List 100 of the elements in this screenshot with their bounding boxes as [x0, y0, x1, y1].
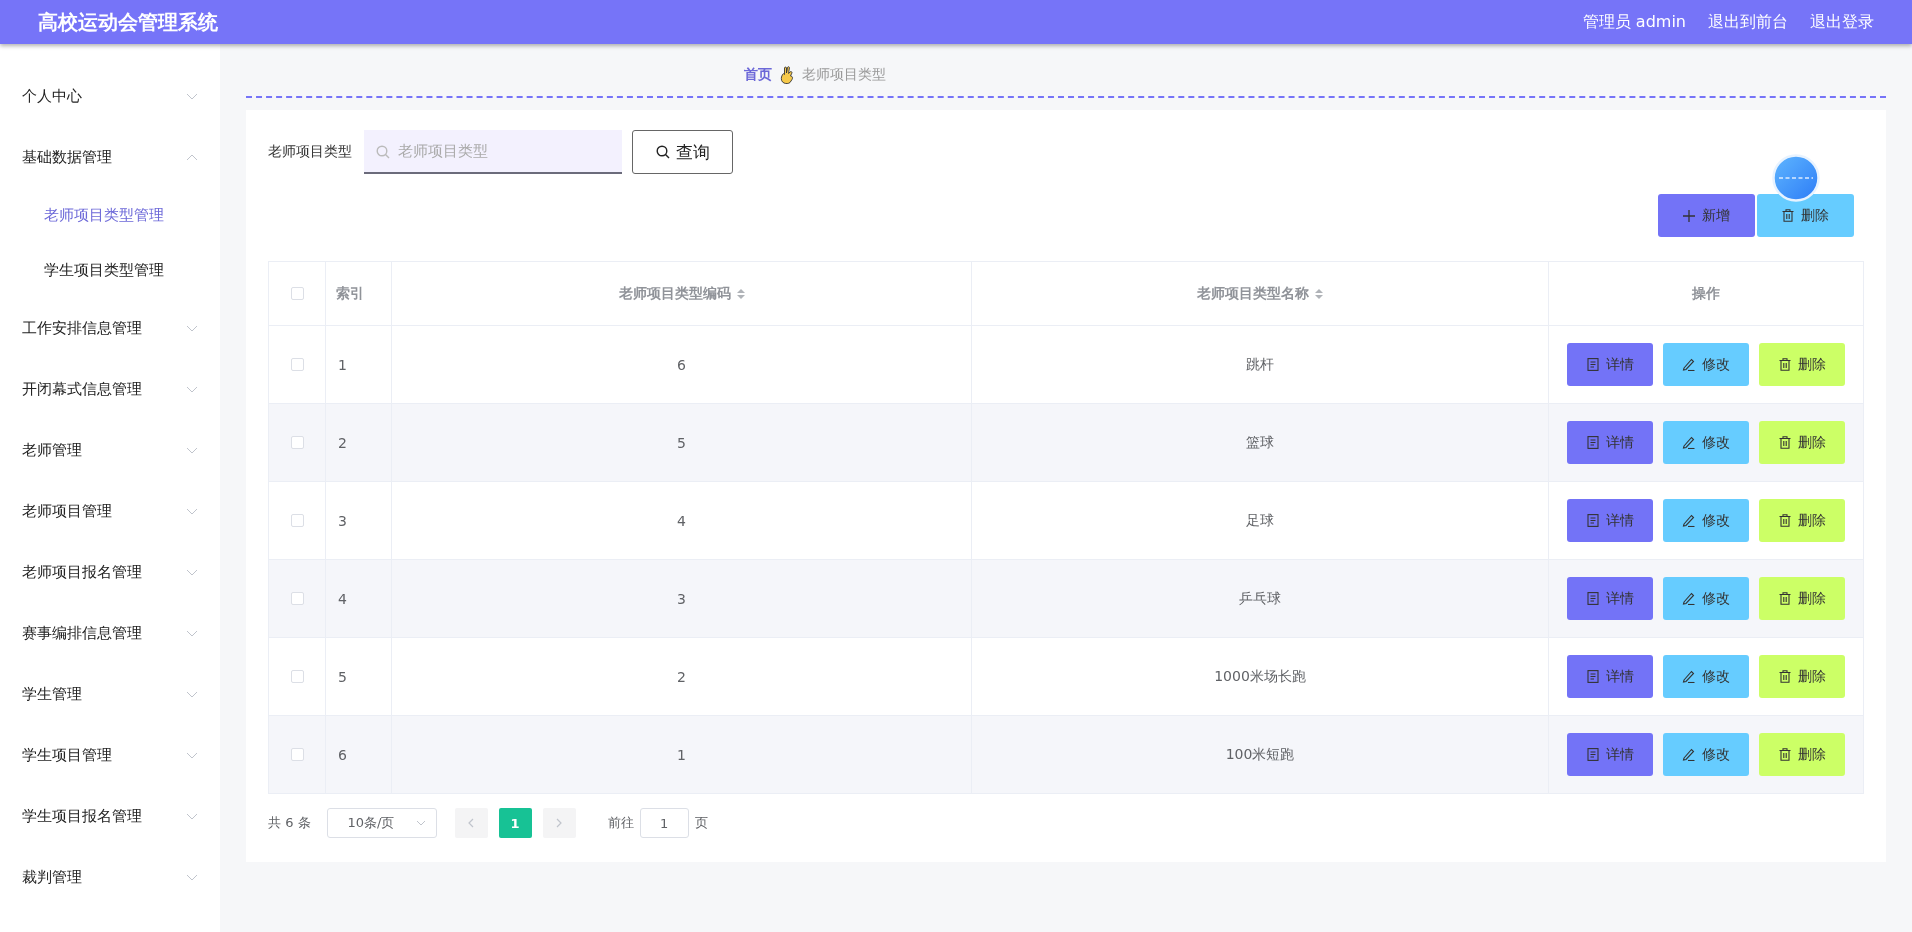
plus-icon [1683, 209, 1695, 222]
edit-button[interactable]: 修改 [1663, 733, 1749, 776]
trash-icon [1778, 748, 1791, 761]
table-cell: 5 [677, 434, 686, 451]
row-index: 4 [338, 590, 347, 607]
table-cell: 乒乓球 [1239, 589, 1281, 606]
next-page-button[interactable] [542, 808, 576, 838]
table-cell: 跳杆 [1246, 355, 1274, 372]
menu-item[interactable]: 学生项目报名管理 [0, 786, 220, 847]
delete-button[interactable]: 删除 [1759, 343, 1845, 386]
page-size-select[interactable]: 10条/页 [326, 808, 437, 838]
chevron-down-icon [186, 508, 198, 515]
table-cell: 篮球 [1246, 433, 1274, 450]
search-icon [655, 145, 670, 159]
delete-button[interactable]: 删除 [1759, 733, 1845, 776]
edit-button[interactable]: 修改 [1663, 499, 1749, 542]
pencil-icon [1682, 514, 1695, 527]
menu-item[interactable]: 基础数据管理 [0, 127, 220, 188]
page-input[interactable]: 1 [639, 808, 689, 838]
document-icon [1586, 358, 1599, 371]
edit-button[interactable]: 修改 [1663, 421, 1749, 464]
edit-button[interactable]: 修改 [1663, 655, 1749, 698]
total-count: 共 6 条 [268, 814, 311, 832]
checkbox[interactable] [290, 514, 304, 527]
user-name: 管理员 admin [1582, 11, 1686, 33]
trash-icon [1782, 209, 1794, 222]
goto-label: 前往 [607, 814, 634, 832]
trash-icon [1778, 358, 1791, 371]
checkbox[interactable] [290, 670, 304, 683]
document-icon [1586, 514, 1599, 527]
menu-item[interactable]: 开闭幕式信息管理 [0, 359, 220, 420]
chevron-down-icon [186, 386, 198, 393]
document-icon [1586, 592, 1599, 605]
app-title: 高校运动会管理系统 [38, 8, 219, 36]
checkbox[interactable] [290, 748, 304, 761]
delete-button[interactable]: 删除 [1759, 421, 1845, 464]
column-header: 老师项目类型名称 [1197, 284, 1323, 303]
row-index: 1 [338, 356, 347, 373]
chevron-down-icon [186, 630, 198, 637]
trash-icon [1778, 592, 1791, 605]
chevron-down-icon [186, 447, 198, 454]
table-cell: 足球 [1246, 511, 1274, 528]
chevron-down-icon [415, 820, 426, 826]
table-cell: 1 [677, 746, 686, 763]
chevron-down-icon [186, 325, 198, 332]
column-header: 老师项目类型编码 [618, 284, 745, 303]
search-button[interactable]: 查询 [632, 130, 733, 174]
menu-item[interactable]: 学生管理 [0, 664, 220, 725]
pencil-icon [1682, 670, 1695, 683]
table-cell: 100米短跑 [1225, 745, 1295, 762]
menu-item[interactable]: 老师管理 [0, 420, 220, 481]
edit-button[interactable]: 修改 [1663, 343, 1749, 386]
row-index: 6 [338, 746, 347, 763]
menu-item[interactable]: 个人中心 [0, 66, 220, 127]
checkbox[interactable] [290, 358, 304, 371]
delete-button[interactable]: 删除 [1759, 499, 1845, 542]
search-icon [376, 145, 390, 159]
delete-button[interactable]: 删除 [1759, 577, 1845, 620]
hand-icon [780, 66, 794, 84]
delete-button[interactable]: 删除 [1759, 655, 1845, 698]
menu-item[interactable]: 学生项目管理 [0, 725, 220, 786]
table-cell: 6 [677, 356, 686, 373]
trash-icon [1778, 670, 1791, 683]
menu-item[interactable]: 工作安排信息管理 [0, 298, 220, 359]
chevron-left-icon [468, 818, 475, 828]
table-cell: 3 [677, 590, 686, 607]
menu-item[interactable]: 裁判管理 [0, 847, 220, 908]
breadcrumb-current: 老师项目类型 [802, 66, 886, 84]
chevron-down-icon [186, 813, 198, 820]
submenu-item[interactable]: 学生项目类型管理 [0, 243, 220, 298]
search-field[interactable]: 老师项目类型 [364, 130, 622, 174]
chevron-down-icon [186, 752, 198, 759]
chevron-down-icon [186, 874, 198, 881]
field-label: 老师项目类型 [268, 143, 352, 161]
pencil-icon [1682, 592, 1695, 605]
menu-item[interactable]: 老师项目管理 [0, 481, 220, 542]
row-index: 2 [338, 434, 347, 451]
floating-ball-icon [1772, 154, 1820, 202]
chevron-right-icon [556, 818, 563, 828]
chevron-down-icon [186, 691, 198, 698]
menu-item[interactable]: 老师项目报名管理 [0, 542, 220, 603]
checkbox[interactable] [290, 287, 304, 300]
checkbox[interactable] [290, 592, 304, 605]
breadcrumb-link[interactable]: 首页 [744, 66, 772, 84]
table-cell: 1000米场长跑 [1214, 667, 1306, 684]
column-header: 索引 [336, 284, 364, 303]
delete-button[interactable]: 删除 [1757, 194, 1854, 237]
header-link[interactable]: 退出到前台 [1708, 11, 1788, 33]
menu-item[interactable]: 赛事编排信息管理 [0, 603, 220, 664]
pencil-icon [1682, 358, 1695, 371]
table-cell: 2 [677, 668, 686, 685]
header-link[interactable]: 退出登录 [1810, 11, 1874, 33]
previous-page-button[interactable] [454, 808, 488, 838]
table-cell: 4 [677, 512, 686, 529]
row-index: 5 [338, 668, 347, 685]
page-suffix: 页 [694, 814, 708, 832]
row-index: 3 [338, 512, 347, 529]
submenu-item[interactable]: 老师项目类型管理 [0, 188, 220, 243]
checkbox[interactable] [290, 436, 304, 449]
edit-button[interactable]: 修改 [1663, 577, 1749, 620]
